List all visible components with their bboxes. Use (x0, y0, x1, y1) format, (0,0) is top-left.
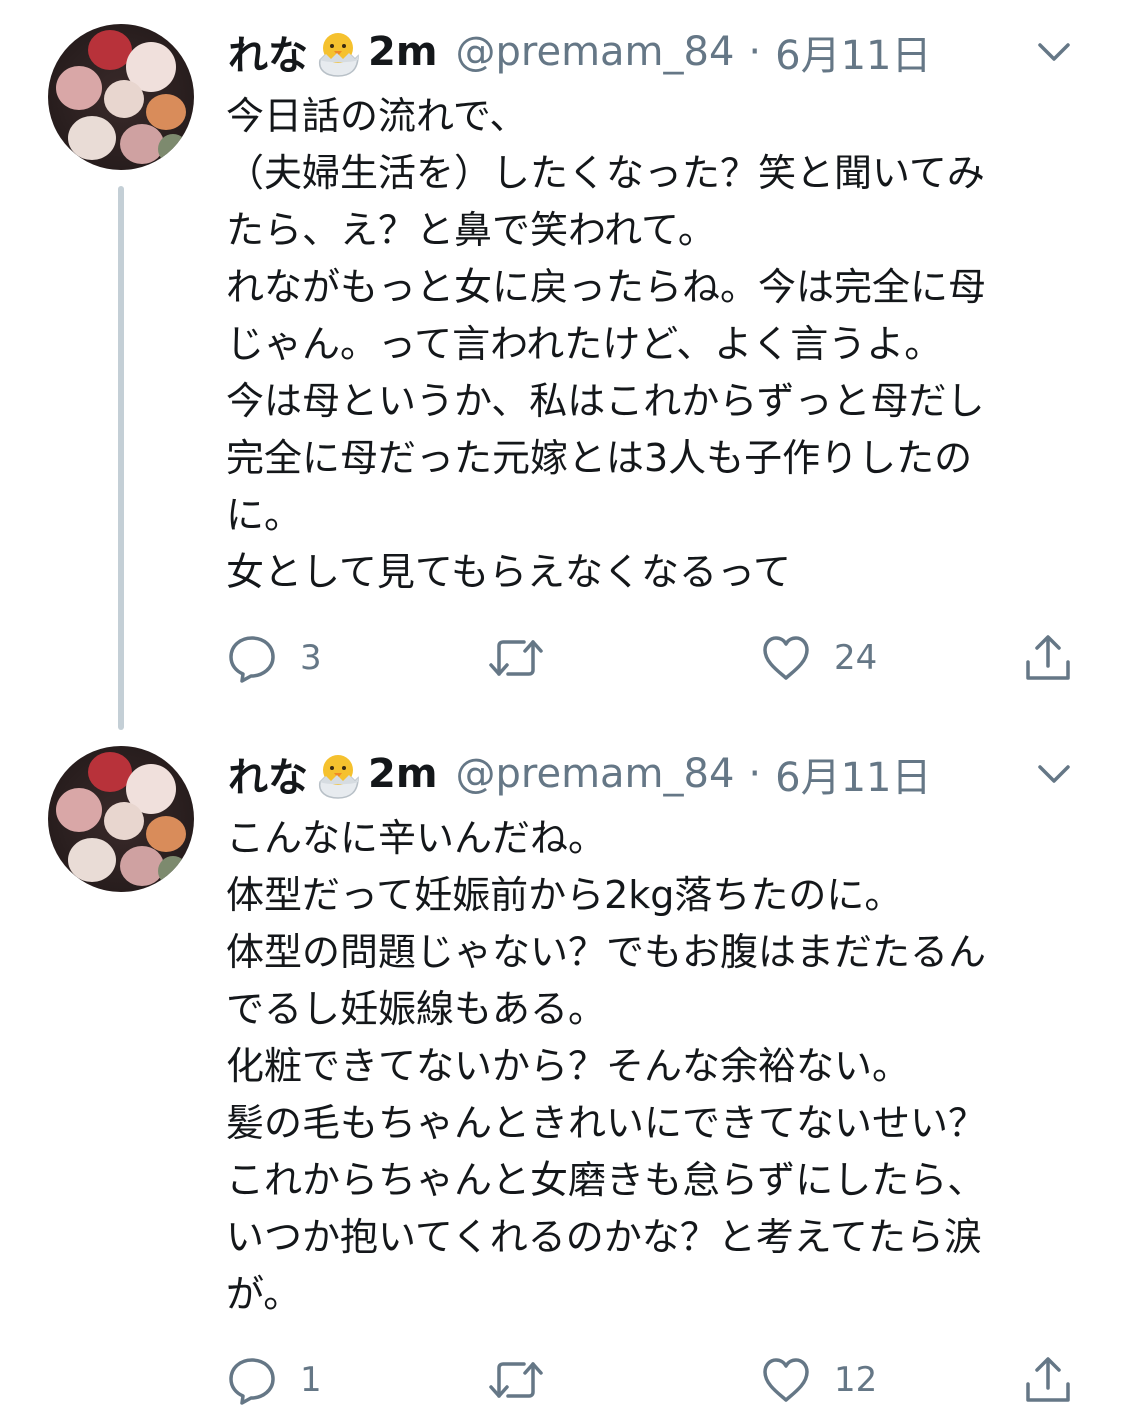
action-bar: 1 12 (226, 1350, 1086, 1410)
tweet-line: に。 (226, 493, 303, 537)
avatar[interactable] (48, 24, 194, 170)
like-count: 12 (834, 1360, 878, 1400)
name-suffix: 2m (368, 29, 438, 75)
reply-button[interactable]: 3 (226, 628, 322, 688)
reply-icon (229, 636, 275, 683)
hatching-chick-icon (318, 33, 359, 77)
tweet-text: こんなに辛いんだね。 体型だって妊娠前から2kg落ちたのに。 体型の問題じゃない… (226, 810, 1086, 1323)
tweet-line: 今日話の流れで、 (226, 94, 528, 138)
tweet-line: 完全に母だった元嫁とは3人も子作りしたの (226, 436, 973, 480)
name-suffix: 2m (368, 751, 438, 797)
share-button[interactable] (1022, 628, 1074, 688)
tweet-header: れな 2m @premam_84 · 6月11日 (228, 22, 932, 82)
separator: · (748, 751, 762, 797)
tweet[interactable]: れな 2m @premam_84 · 6月11日 今日話の流れで、 （夫婦生活を… (0, 0, 1125, 730)
author-name[interactable]: れな (228, 23, 308, 81)
share-icon (1026, 1357, 1070, 1402)
retweet-icon (489, 1362, 543, 1398)
author-name[interactable]: れな (228, 745, 308, 803)
separator: · (748, 29, 762, 75)
tweet-line: が。 (226, 1272, 302, 1316)
tweet-line: たら、え？と鼻で笑われて。 (226, 208, 716, 252)
handle[interactable]: @premam_84 (456, 751, 735, 797)
retweet-icon (489, 640, 543, 676)
chevron-down-icon[interactable] (1034, 754, 1074, 794)
heart-icon (763, 636, 809, 680)
tweet-line: 髪の毛もちゃんときれいにできてないせい？ (226, 1101, 987, 1145)
tweet-date[interactable]: 6月11日 (775, 23, 931, 81)
tweet-line: 体型だって妊娠前から2kg落ちたのに。 (226, 873, 903, 917)
hatching-chick-icon (318, 755, 359, 799)
tweet-line: 今は母というか、私はこれからずっと母だし (226, 379, 985, 423)
tweet-line: でるし妊娠線もある。 (226, 987, 607, 1031)
tweet-line: 女として見てもらえなくなるって (226, 550, 792, 594)
tweet-date[interactable]: 6月11日 (775, 745, 931, 803)
tweet-line: れながもっと女に戻ったらね。今は完全に母 (226, 265, 987, 309)
retweet-button[interactable] (488, 1350, 566, 1410)
tweet-line: じゃん。って言われたけど、よく言うよ。 (226, 322, 943, 366)
thread-line (118, 186, 124, 730)
like-button[interactable]: 12 (760, 1350, 877, 1410)
tweet-text: 今日話の流れで、 （夫婦生活を）したくなった？笑と聞いてみ たら、え？と鼻で笑わ… (226, 88, 1086, 601)
tweet-header: れな 2m @premam_84 · 6月11日 (228, 744, 932, 804)
tweet-line: （夫婦生活を）したくなった？笑と聞いてみ (226, 151, 985, 195)
like-count: 24 (834, 638, 878, 678)
share-button[interactable] (1022, 1350, 1074, 1410)
reply-icon (229, 1358, 275, 1405)
reply-count: 1 (300, 1360, 322, 1400)
like-button[interactable]: 24 (760, 628, 877, 688)
share-icon (1026, 635, 1070, 680)
tweet-line: こんなに辛いんだね。 (226, 816, 607, 860)
tweet-line: 体型の問題じゃない？でもお腹はまだたるん (226, 930, 987, 974)
chevron-down-icon[interactable] (1034, 32, 1074, 72)
tweet-line: いつか抱いてくれるのかな？と考えてたら涙 (226, 1215, 982, 1259)
tweet-line: 化粧できてないから？そんな余裕ない。 (226, 1044, 911, 1088)
handle[interactable]: @premam_84 (456, 29, 735, 75)
reply-button[interactable]: 1 (226, 1350, 322, 1410)
tweet-line: これからちゃんと女磨きも怠らずにしたら、 (226, 1158, 986, 1202)
action-bar: 3 24 (226, 628, 1086, 688)
reply-count: 3 (300, 638, 322, 678)
heart-icon (763, 1358, 809, 1402)
retweet-button[interactable] (488, 628, 566, 688)
tweet[interactable]: れな 2m @premam_84 · 6月11日 こんなに辛いんだね。 体型だっ… (0, 730, 1125, 1414)
avatar[interactable] (48, 746, 194, 892)
